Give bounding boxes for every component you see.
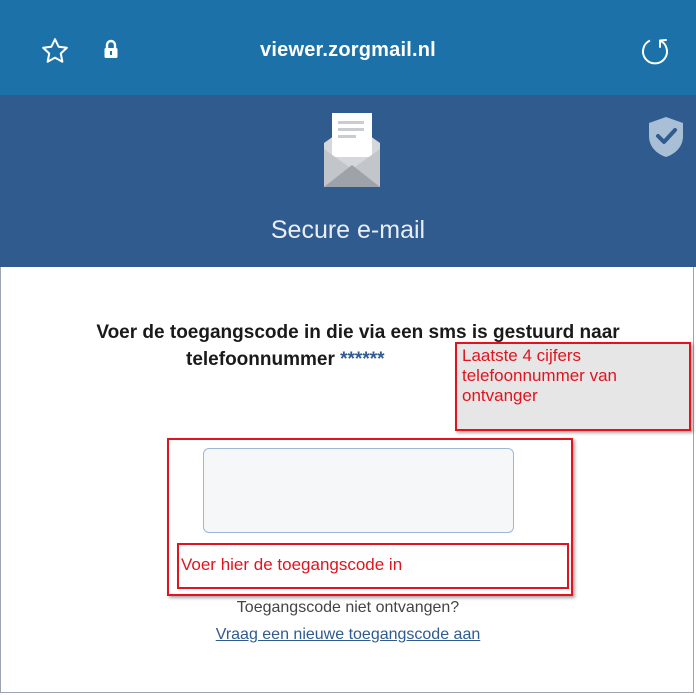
browser-toolbar: viewer.zorgmail.nl xyxy=(0,0,696,95)
secure-mail-header: Secure e-mail xyxy=(0,95,696,267)
code-not-received-text: Toegangscode niet ontvangen? xyxy=(236,599,460,616)
annotation-phone-note: Laatste 4 cijfers telefoonnummer van ont… xyxy=(462,346,617,405)
access-code-input[interactable] xyxy=(203,448,514,533)
masked-phone-number: ****** xyxy=(340,349,385,370)
address-bar-url[interactable]: viewer.zorgmail.nl xyxy=(0,39,696,62)
annotation-code-note: Voer hier de toegangscode in xyxy=(181,555,403,574)
reload-icon[interactable] xyxy=(638,34,672,68)
page-title: Secure e-mail xyxy=(270,216,426,244)
request-new-code-link[interactable]: Vraag een nieuwe toegangscode aan xyxy=(0,626,696,644)
envelope-icon xyxy=(324,113,380,187)
phone-label: telefoonnummer xyxy=(186,349,335,370)
shield-check-icon xyxy=(649,117,683,157)
instruction-line-2: telefoonnummer ****** xyxy=(186,349,385,371)
